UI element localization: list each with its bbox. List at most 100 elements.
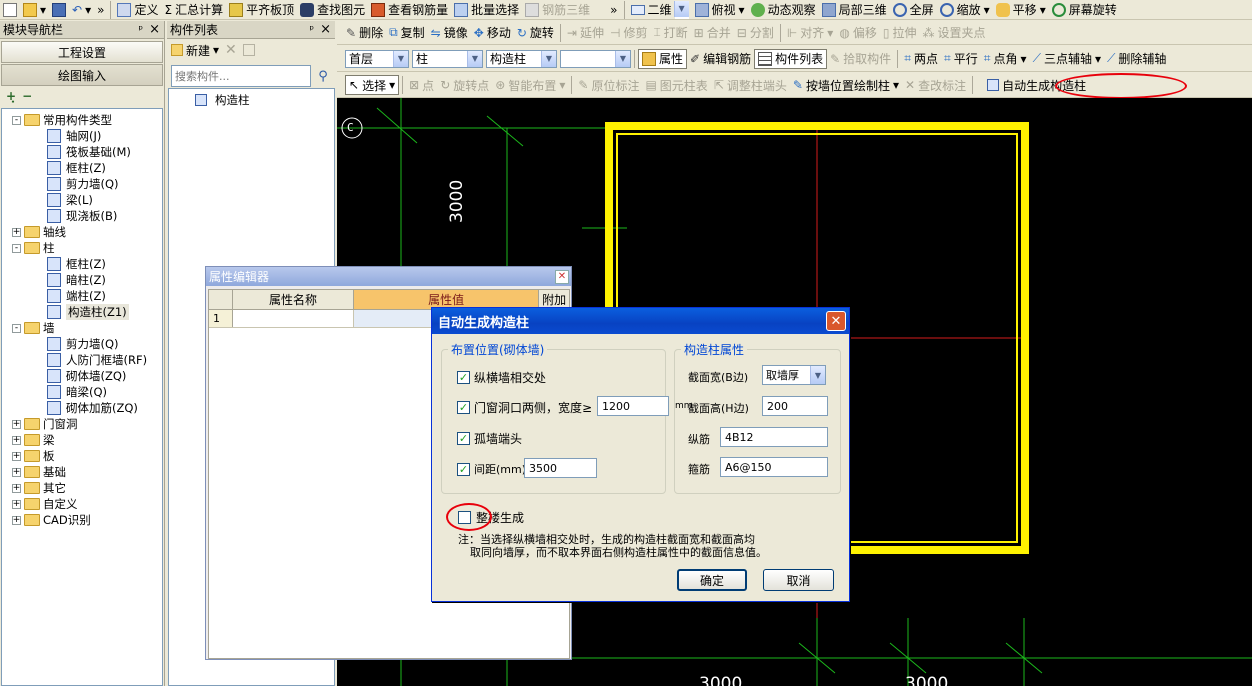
cancel-button[interactable]: 取消 [763, 569, 834, 591]
tree-item[interactable]: 人防门框墙(RF) [2, 352, 162, 368]
checkbox-checked-icon[interactable]: ✓ [457, 432, 470, 445]
tree-item[interactable]: 暗梁(Q) [2, 384, 162, 400]
dialog-titlebar[interactable]: 自动生成构造柱 ✕ [432, 308, 849, 334]
zoom-button[interactable]: 缩放 ▾ [937, 0, 993, 19]
tree-item[interactable]: 框柱(Z) [2, 160, 162, 176]
set-grip-button[interactable]: ⁂ 设置夹点 [919, 23, 988, 43]
checkbox-checked-icon[interactable]: ✓ [457, 401, 470, 414]
extend-button[interactable]: ⇥ 延伸 [564, 23, 607, 43]
toolbar1-chevron[interactable]: » [94, 0, 107, 19]
view-mode-select[interactable]: 二维 ▼ [628, 0, 692, 19]
tree-item[interactable]: 剪力墙(Q) [2, 336, 162, 352]
tree-item[interactable]: 构造柱(Z1) [2, 304, 162, 320]
expand-all-icon[interactable]: +̣ [6, 89, 16, 103]
checkbox-checked-icon[interactable]: ✓ [457, 462, 470, 476]
merge-button[interactable]: ⊞ 合并 [691, 23, 734, 43]
adjust-column-end-button[interactable]: ⇱ 调整柱端头 [711, 75, 790, 95]
trim-button[interactable]: ⊣ 修剪 [607, 23, 650, 43]
tree-folder[interactable]: -柱 [2, 240, 162, 256]
mirror-button[interactable]: ⇋ 镜像 [428, 23, 471, 43]
tree-folder[interactable]: + 自定义 [2, 496, 162, 512]
search-input[interactable] [171, 65, 311, 87]
tree-folder[interactable]: + 轴线 [2, 224, 162, 240]
view-rebar-button[interactable]: 查看钢筋量 [368, 0, 451, 19]
tree-folder[interactable]: + 其它 [2, 480, 162, 496]
expand-icon[interactable]: + [12, 227, 21, 237]
longitudinal-rebar-field[interactable]: 4B12 [720, 427, 828, 447]
column-table-button[interactable]: ▤ 图元柱表 [642, 75, 710, 95]
tree-item[interactable]: 筏板基础(M) [2, 144, 162, 160]
ok-button[interactable]: 确定 [677, 569, 747, 591]
component-select[interactable]: 构造柱 ▼ [486, 49, 557, 68]
nav-pin-icon[interactable]: ᵖ [138, 23, 143, 36]
break-button[interactable]: ⌶ 打断 [650, 23, 690, 43]
section-height-field[interactable]: 200 [762, 396, 828, 416]
tree-item[interactable]: 剪力墙(Q) [2, 176, 162, 192]
spacing-field[interactable]: 3500 [524, 458, 597, 478]
project-settings-button[interactable]: 工程设置 [1, 41, 163, 63]
opt-spacing[interactable]: ✓ 间距(mm) [457, 461, 526, 477]
offset-button[interactable]: ◍ 偏移 [836, 23, 880, 43]
stretch-button[interactable]: ▯ 拉伸 [880, 23, 920, 43]
select-button[interactable]: ↖ 选择 ▾ [345, 75, 400, 95]
toolbar1-chevron-2[interactable]: » [607, 0, 620, 19]
tree-folder[interactable]: + 基础 [2, 464, 162, 480]
new-file-button[interactable] [0, 0, 20, 19]
floor-select[interactable]: 首层 ▼ [345, 49, 409, 68]
properties-button[interactable]: 属性 [638, 48, 688, 69]
three-point-axis-button[interactable]: ⟋ 三点辅轴 ▾ [1030, 49, 1104, 69]
comp-pin-icon[interactable]: ᵖ [309, 23, 314, 36]
expand-icon[interactable]: + [12, 451, 21, 461]
tree-folder[interactable]: -墙 [2, 320, 162, 336]
opt-opening-sides[interactable]: ✓ 门窗洞口两侧，宽度≥ [457, 399, 592, 416]
inplace-annotation-button[interactable]: ✎ 原位标注 [575, 75, 642, 95]
tree-item[interactable]: 砌体加筋(ZQ) [2, 400, 162, 416]
rotate-point-button[interactable]: ↻ 旋转点 [437, 75, 492, 95]
pan-button[interactable]: 平移 ▾ [993, 0, 1049, 19]
tree-item[interactable]: 砌体墙(ZQ) [2, 368, 162, 384]
dialog-close-icon[interactable]: ✕ [826, 311, 846, 331]
section-width-select[interactable]: 取墙厚 ▼ [762, 365, 826, 385]
split-button[interactable]: ⊟ 分割 [734, 23, 777, 43]
tree-item[interactable]: 暗柱(Z) [2, 272, 162, 288]
opt-wall-intersection[interactable]: ✓ 纵横墙相交处 [457, 369, 546, 386]
align-button[interactable]: ⊩ 对齐 ▾ [784, 23, 837, 43]
local-3d-button[interactable]: 局部三维 [819, 0, 890, 19]
find-element-button[interactable]: 查找图元 [297, 0, 368, 19]
property-editor-titlebar[interactable]: 属性编辑器 ✕ [206, 267, 571, 286]
open-file-button[interactable]: ▾ [20, 0, 49, 19]
define-button[interactable]: 定义 [114, 0, 161, 19]
delete-button[interactable]: ✎ 删除 [343, 23, 386, 43]
component-list-button[interactable]: 构件列表 [754, 48, 828, 69]
move-button[interactable]: ✥ 移动 [471, 23, 514, 43]
expand-icon[interactable]: + [12, 499, 21, 509]
search-icon[interactable]: ⚲ [314, 67, 332, 85]
expand-icon[interactable]: + [12, 419, 21, 429]
expand-icon[interactable]: + [12, 483, 21, 493]
parallel-button[interactable]: ⌗ 平行 [941, 49, 981, 69]
collapse-icon[interactable]: - [12, 115, 21, 125]
pick-component-button[interactable]: ✎ 拾取构件 [827, 49, 894, 69]
opt-isolated-wall-end[interactable]: ✓ 孤墙端头 [457, 430, 522, 447]
undo-button[interactable]: ↶ ▾ [69, 0, 94, 19]
list-item[interactable]: 构造柱 [169, 92, 334, 108]
delete-axis-button[interactable]: ⟋ 删除辅轴 [1104, 49, 1169, 69]
rebar-3d-button[interactable]: 钢筋三维 [522, 0, 593, 19]
tree-item[interactable]: 现浇板(B) [2, 208, 162, 224]
edit-annotation-button[interactable]: ✕ 查改标注 [902, 75, 969, 95]
comp-close-icon[interactable]: × [320, 22, 331, 37]
tree-folder[interactable]: + 板 [2, 448, 162, 464]
edit-rebar-button[interactable]: ✐ 编辑钢筋 [687, 49, 754, 69]
point-button[interactable]: ⊠ 点 [406, 75, 437, 95]
tree-item[interactable]: 框柱(Z) [2, 256, 162, 272]
smart-layout-button[interactable]: ⊛ 智能布置 ▾ [492, 75, 568, 95]
tree-folder[interactable]: + 梁 [2, 432, 162, 448]
save-button[interactable] [49, 0, 69, 19]
screen-rotate-button[interactable]: 屏幕旋转 [1049, 0, 1120, 19]
collapse-icon[interactable]: - [12, 243, 21, 253]
draw-by-wall-button[interactable]: ✎ 按墙位置绘制柱 ▾ [790, 75, 902, 95]
tree-folder[interactable]: - 常用构件类型 [2, 112, 162, 128]
summary-calc-button[interactable]: Σ 汇总计算 [161, 0, 226, 19]
two-point-button[interactable]: ⌗ 两点 [901, 49, 941, 69]
fullscreen-button[interactable]: 全屏 [890, 0, 937, 19]
